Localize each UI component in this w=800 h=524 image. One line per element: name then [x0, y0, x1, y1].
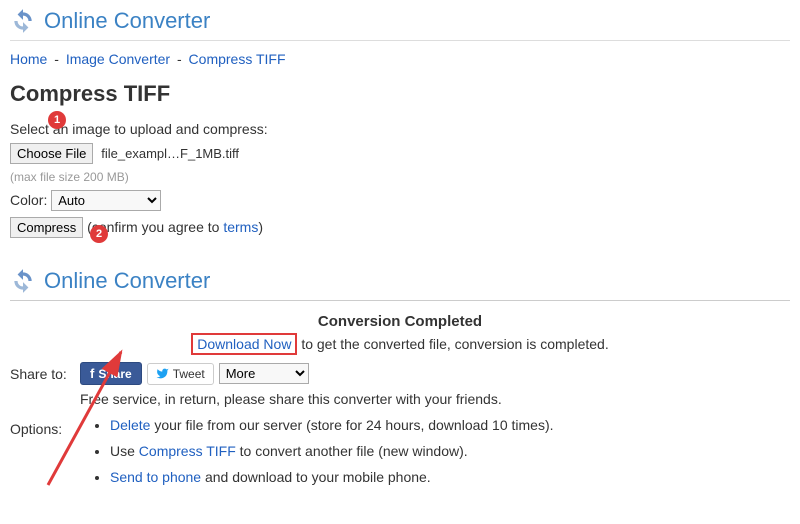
conversion-completed: Conversion Completed Download Now to get… [10, 313, 790, 352]
breadcrumb-sep: - [51, 51, 62, 67]
facebook-share-button[interactable]: fShare [80, 362, 142, 385]
send-after: and download to your mobile phone. [201, 469, 431, 485]
download-after: to get the converted file, conversion is… [297, 336, 608, 352]
compress-button[interactable]: Compress [10, 217, 83, 238]
confirm-post: ) [258, 219, 263, 235]
delete-link[interactable]: Delete [110, 417, 150, 433]
choose-file-button[interactable]: Choose File [10, 143, 93, 164]
brand-text: Online Converter [44, 8, 210, 34]
terms-link[interactable]: terms [223, 219, 258, 235]
twitter-tweet-button[interactable]: Tweet [147, 363, 214, 385]
more-select[interactable]: More [219, 363, 309, 384]
divider-2 [10, 300, 790, 301]
brand-text-2: Online Converter [44, 268, 210, 294]
send-to-phone-link[interactable]: Send to phone [110, 469, 201, 485]
options-row: Options: Delete your file from our serve… [10, 417, 790, 495]
facebook-icon: f [90, 366, 94, 381]
logo-header: Online Converter [10, 8, 790, 34]
use-after: to convert another file (new window). [236, 443, 468, 459]
filename-display: file_exampl…F_1MB.tiff [101, 146, 239, 161]
file-input-line: Choose File file_exampl…F_1MB.tiff [10, 143, 790, 164]
twitter-icon [156, 367, 169, 380]
share-label: Share to: [10, 362, 80, 382]
share-row: Share to: fShare Tweet More Free service… [10, 362, 790, 407]
list-item: Use Compress TIFF to convert another fil… [110, 443, 554, 459]
max-size-note: (max file size 200 MB) [10, 170, 790, 184]
completed-title: Conversion Completed [10, 313, 790, 330]
select-prompt-line: Select an image to upload and compress: … [10, 121, 790, 137]
breadcrumb: Home - Image Converter - Compress TIFF [10, 51, 790, 67]
divider [10, 40, 790, 41]
color-label: Color: [10, 192, 47, 208]
breadcrumb-sep: - [174, 51, 185, 67]
compress-tiff-link[interactable]: Compress TIFF [139, 443, 236, 459]
options-list: Delete your file from our server (store … [110, 417, 554, 485]
breadcrumb-home[interactable]: Home [10, 51, 47, 67]
logo-header-2: Online Converter [10, 268, 790, 294]
step-badge-1: 1 [48, 111, 66, 129]
list-item: Delete your file from our server (store … [110, 417, 554, 433]
color-line: Color: Auto [10, 190, 790, 211]
refresh-icon [10, 8, 36, 34]
breadcrumb-image-converter[interactable]: Image Converter [66, 51, 170, 67]
page-title: Compress TIFF [10, 81, 790, 107]
use-pre: Use [110, 443, 139, 459]
breadcrumb-compress-tiff[interactable]: Compress TIFF [189, 51, 286, 67]
options-label: Options: [10, 417, 80, 437]
step-badge-2: 2 [90, 225, 108, 243]
list-item: Send to phone and download to your mobil… [110, 469, 554, 485]
download-now-link[interactable]: Download Now [191, 333, 297, 355]
color-select[interactable]: Auto [51, 190, 161, 211]
delete-after: your file from our server (store for 24 … [150, 417, 553, 433]
compress-line: Compress (confirm you agree to terms) 2 [10, 217, 790, 238]
refresh-icon [10, 268, 36, 294]
share-note: Free service, in return, please share th… [80, 391, 502, 407]
